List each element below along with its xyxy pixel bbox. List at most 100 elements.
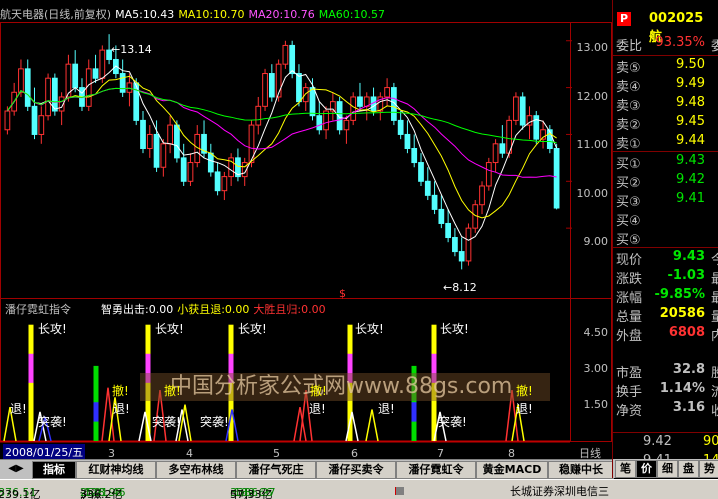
stat-suffix: 收 <box>711 400 718 419</box>
ask-price: 9.50 <box>676 57 705 72</box>
annotation-attack: 长攻! <box>155 322 184 336</box>
candle-body <box>316 115 323 131</box>
candle-body <box>38 115 45 135</box>
candle-body <box>268 73 275 98</box>
stat-row: 现价 9.43 今 <box>613 249 718 268</box>
tab-bollinger[interactable]: 多空布林线 <box>156 461 236 479</box>
candle-body <box>45 77 51 117</box>
stat-value: 20586 <box>659 306 705 321</box>
ask-price: 9.49 <box>676 76 705 91</box>
annotation-retreat: 撤! <box>310 384 327 398</box>
candle-body <box>187 162 194 182</box>
tab-wenzhuan[interactable]: 稳赚中长 <box>548 461 614 479</box>
candle-body <box>153 133 160 168</box>
bid-label: 买⑤ <box>616 233 641 248</box>
low-price-label: ←8.12 <box>443 281 477 294</box>
ask-label: 卖⑤ <box>616 61 641 76</box>
stat-label: 现价 <box>616 253 643 268</box>
candle-body <box>133 82 140 121</box>
stat-value: -1.03 <box>667 268 705 283</box>
annotation-retreat: 撤! <box>112 384 129 398</box>
candle-body <box>513 96 519 121</box>
ind-tick-150: 1.50 <box>583 398 609 411</box>
signal-pillar <box>28 353 34 383</box>
tab-hongcaishen[interactable]: 红财神均线 <box>76 461 156 479</box>
ask-label: 卖① <box>616 137 641 152</box>
stat-row: 换手 1.14% 流 <box>613 381 718 400</box>
annotation-exit: 退! <box>113 402 130 416</box>
stat-row: 市盈 32.8 股 <box>613 362 718 381</box>
signal-pillar <box>411 402 417 422</box>
status-broker: 长城证券深圳电信三 <box>510 485 609 498</box>
candle-body <box>343 119 350 131</box>
tab-qisizhuang[interactable]: 潘仔气死庄 <box>236 461 316 479</box>
stat-suffix: 内 <box>711 325 718 344</box>
side-tab-book[interactable]: 盘 <box>678 460 699 478</box>
badge-icon[interactable]: P <box>617 12 631 26</box>
bid-label: 买④ <box>616 214 641 229</box>
stat-suffix: 最 <box>711 268 718 287</box>
annotation-raid: 突袭! <box>438 415 467 429</box>
tab-nihongling[interactable]: 潘仔霓虹令 <box>396 461 476 479</box>
status-bar: 876.51 239.1亿 沪深 2591.46 -128.98 336.2亿 中小 3… <box>0 479 718 499</box>
tab-gold-macd[interactable]: 黄金MACD <box>476 461 548 479</box>
price-tick-13: 13.00 <box>576 41 609 54</box>
tab-scroll-arrows[interactable]: ◀▶ <box>2 463 30 475</box>
ind-tick-300: 3.00 <box>583 362 609 375</box>
stat-label: 涨幅 <box>616 291 643 306</box>
annotation-exit: 退! <box>378 402 395 416</box>
candle-body <box>140 119 146 149</box>
ma5-value: MA5:10.43 <box>115 8 175 21</box>
side-tab-trend[interactable]: 势 <box>699 460 718 478</box>
price-tick-11: 11.00 <box>576 138 609 151</box>
ask-row: 卖⑤ 9.50 <box>613 57 718 76</box>
ma20-value: MA20:10.76 <box>248 8 315 21</box>
candle-body <box>411 148 418 164</box>
side-tab-trades[interactable]: 笔 <box>615 460 636 478</box>
candle-body <box>445 222 451 239</box>
cursor-date: 2008/01/25/五 <box>3 444 86 460</box>
bid-label: 买② <box>616 176 641 191</box>
price-tick-10: 10.00 <box>576 187 609 200</box>
tab-indicator[interactable]: 指标 <box>32 461 76 479</box>
candle-body <box>479 185 485 206</box>
annotation-attack: 长攻! <box>238 322 267 336</box>
stat-value: 9.43 <box>672 249 705 264</box>
annotation-raid: 突袭! <box>38 415 67 429</box>
ask-label: 卖④ <box>616 80 641 95</box>
candle-body <box>384 87 390 98</box>
candle-body <box>418 162 424 182</box>
annotation-raid: 突袭! <box>200 415 229 429</box>
tab-maimailing[interactable]: 潘仔买卖令 <box>316 461 396 479</box>
candle-body <box>438 208 445 224</box>
order-ratio-row: 委比 93.35% 委 <box>616 35 718 54</box>
side-tab-price[interactable]: 价 <box>636 460 657 478</box>
divider <box>613 151 718 152</box>
tick-row: 9.42 90 <box>643 434 718 449</box>
divider <box>613 247 718 248</box>
candle-body <box>160 143 167 168</box>
ask-price: 9.45 <box>676 114 705 129</box>
candle-body <box>24 68 31 107</box>
chart-header: 航天电器(日线,前复权) MA5:10.43 MA10:10.70 MA20:10.7… <box>0 6 389 22</box>
chart-title: 航天电器(日线,前复权) <box>0 8 112 21</box>
candle-body <box>357 96 363 107</box>
candle-body <box>180 157 187 182</box>
annotation-attack: 长攻! <box>355 322 384 336</box>
ask-row: 卖③ 9.48 <box>613 95 718 114</box>
bid-price: 9.42 <box>676 172 705 187</box>
candle-body <box>424 180 431 196</box>
candle-body <box>296 73 302 103</box>
divider <box>613 432 718 433</box>
bid-row: 买⑤ <box>613 229 718 248</box>
bid-row: 买① 9.43 <box>613 153 718 172</box>
indicator-field-1: 智勇出击:0.00 <box>101 303 174 316</box>
bid-price: 9.41 <box>676 191 705 206</box>
ask-label: 卖② <box>616 118 641 133</box>
stat-label: 市盈 <box>616 366 643 381</box>
side-tab-detail[interactable]: 细 <box>657 460 678 478</box>
ask-row: 卖② 9.45 <box>613 114 718 133</box>
stat-row: 总量 20586 量 <box>613 306 718 325</box>
indicator-field-3: 大胜且归:0.00 <box>253 303 326 316</box>
candle-body <box>72 63 79 89</box>
